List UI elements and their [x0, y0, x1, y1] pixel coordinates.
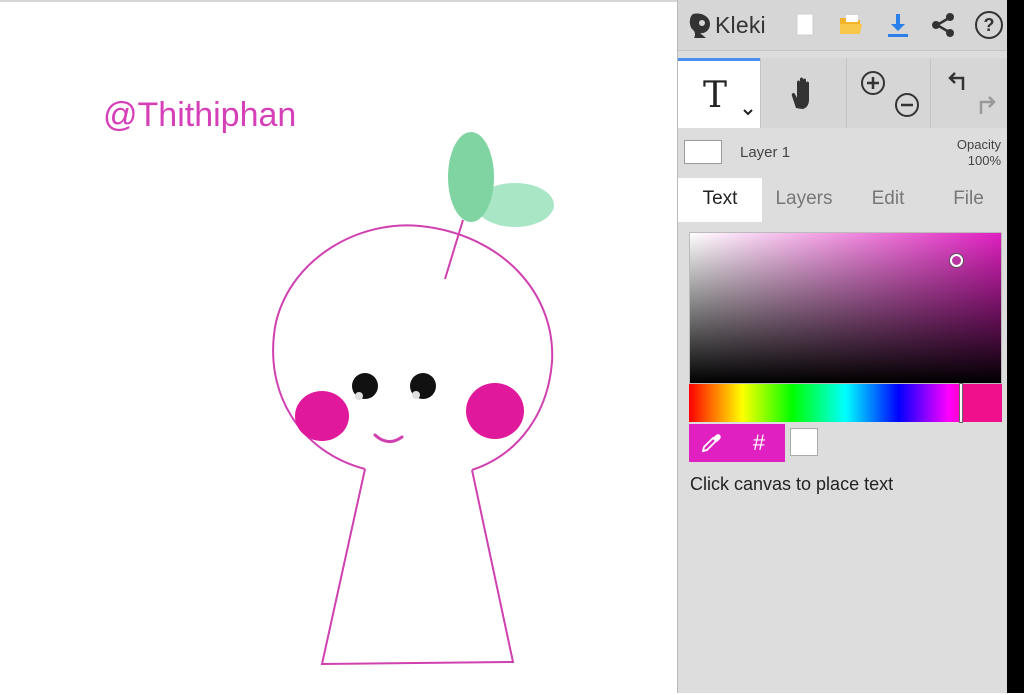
zoom-in-icon[interactable] — [860, 70, 886, 96]
redo-icon[interactable] — [975, 92, 1001, 118]
download-icon — [888, 14, 908, 37]
drawing-canvas[interactable]: @Thithiphan — [0, 0, 677, 693]
tool-row: T — [678, 58, 1007, 128]
hue-slider-handle[interactable] — [960, 384, 962, 422]
kleki-logo-icon — [689, 13, 710, 38]
undo-icon[interactable] — [945, 68, 971, 94]
zoom-out-icon[interactable] — [894, 92, 920, 118]
right-eye-shine — [412, 391, 420, 399]
body-outline — [320, 468, 515, 666]
hand-icon — [791, 77, 809, 109]
text-tool-hint: Click canvas to place text — [690, 474, 894, 494]
hue-slider[interactable] — [689, 384, 1002, 422]
layer-thumbnail — [684, 140, 722, 164]
text-tool-glyph: T — [703, 75, 728, 116]
share-button[interactable] — [926, 8, 960, 42]
opacity-label: Opacity — [956, 137, 1001, 152]
top-toolbar: Kleki ? — [678, 0, 1007, 51]
right-cheek — [466, 383, 524, 439]
window-edge — [1007, 0, 1024, 693]
app-logo[interactable]: Kleki — [688, 8, 766, 42]
share-icon — [932, 13, 954, 37]
sidebar: Kleki ? T Layer 1 Opacity 100% Text Laye… — [677, 0, 1007, 693]
hand-tool-button[interactable] — [760, 58, 846, 128]
help-icon: ? — [975, 11, 1003, 39]
download-button[interactable] — [881, 8, 915, 42]
color-saturation-picker[interactable] — [689, 232, 1002, 384]
hex-input-button[interactable]: # — [733, 424, 785, 462]
new-document-button[interactable] — [788, 8, 822, 42]
app-name: Kleki — [715, 11, 766, 38]
layer-name: Layer 1 — [740, 144, 791, 161]
layer-opacity: Opacity 100% — [957, 137, 1001, 169]
mouth — [373, 433, 404, 443]
current-layer-row[interactable]: Layer 1 Opacity 100% — [678, 130, 1007, 176]
chevron-down-icon[interactable] — [742, 107, 754, 117]
panel-tabs: Text Layers Edit File — [678, 178, 1007, 222]
drawing-svg: @Thithiphan — [103, 96, 554, 666]
new-document-icon — [796, 13, 814, 36]
tab-file[interactable]: File — [930, 178, 1007, 222]
text-tool-button[interactable]: T — [678, 58, 760, 128]
zoom-controls — [846, 58, 930, 128]
watermark-text: @Thithiphan — [103, 96, 296, 134]
primary-color-controls: # — [689, 424, 785, 462]
picker-handle[interactable] — [950, 254, 963, 267]
hue-selected-segment — [962, 384, 1002, 422]
leaf-front — [448, 132, 494, 222]
eyedropper-button[interactable] — [689, 424, 733, 462]
open-folder-icon — [840, 15, 862, 34]
help-button[interactable]: ? — [972, 8, 1006, 42]
open-file-button[interactable] — [834, 8, 868, 42]
left-eye-shine — [355, 392, 363, 400]
tab-text[interactable]: Text — [678, 178, 762, 222]
stem — [444, 219, 464, 280]
svg-text:?: ? — [984, 15, 995, 35]
eyedropper-icon — [701, 434, 721, 453]
tab-edit[interactable]: Edit — [846, 178, 930, 222]
history-controls — [930, 58, 1007, 128]
left-cheek — [295, 391, 349, 441]
tab-layers[interactable]: Layers — [762, 178, 846, 222]
secondary-color-swatch[interactable] — [790, 428, 818, 456]
opacity-value: 100% — [967, 153, 1001, 168]
